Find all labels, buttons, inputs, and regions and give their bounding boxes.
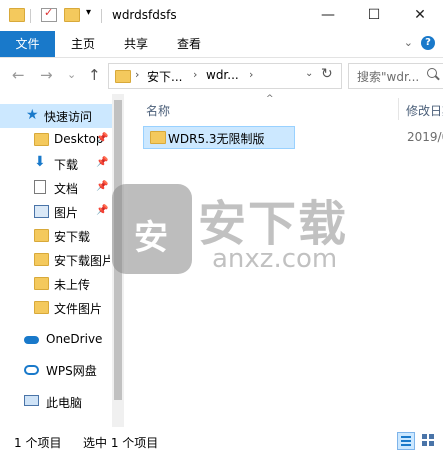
download-icon: ⬇ — [34, 154, 46, 170]
cloud-icon — [24, 336, 39, 344]
status-bar: 1 个项目 选中 1 个项目 — [0, 427, 443, 455]
nav-item-downloads[interactable]: ⬇ 下载 📌 — [0, 152, 110, 176]
nav-item-wps[interactable]: WPS网盘 — [0, 358, 110, 382]
nav-item-desktop[interactable]: Desktop 📌 — [0, 128, 110, 152]
file-name: WDR5.3无限制版 — [168, 132, 265, 146]
nav-item-label: 此电脑 — [46, 396, 83, 410]
nav-item-documents[interactable]: 文档 📌 — [0, 176, 110, 200]
nav-item-label: 快速访问 — [44, 110, 93, 124]
pin-icon[interactable]: 📌 — [96, 133, 108, 144]
folder-icon — [9, 8, 25, 22]
nav-item-folder[interactable]: 安下载图片 — [0, 248, 110, 272]
address-dropdown-icon[interactable]: ⌄ — [305, 68, 313, 79]
picture-icon — [34, 205, 49, 218]
folder-icon — [34, 277, 49, 290]
nav-item-onedrive[interactable]: OneDrive — [0, 328, 110, 352]
pin-icon[interactable]: 📌 — [96, 157, 108, 168]
pin-icon[interactable]: 📌 — [96, 181, 108, 192]
tab-view[interactable]: 查看 — [164, 31, 214, 57]
help-icon[interactable]: ? — [421, 36, 435, 50]
close-button[interactable]: ✕ — [397, 0, 443, 31]
folder-icon — [150, 131, 166, 144]
address-bar[interactable]: › 安下... › wdr... › ⌄ ↻ — [108, 63, 342, 89]
column-header-name[interactable]: 名称 — [146, 102, 170, 119]
folder-icon — [34, 253, 49, 266]
tab-home[interactable]: 主页 — [58, 31, 108, 57]
nav-item-label: 未上传 — [54, 278, 91, 292]
navigation-pane: ★ 快速访问 Desktop 📌 ⬇ 下载 📌 文档 📌 图片 📌 安下载 安下… — [0, 94, 124, 427]
up-button[interactable]: ↑ — [88, 66, 101, 84]
nav-item-label: 安下载图片 — [54, 254, 110, 268]
details-view-icon[interactable] — [397, 432, 415, 450]
tab-file[interactable]: 文件 — [0, 31, 55, 57]
column-divider[interactable] — [398, 98, 399, 120]
selected-count: 选中 1 个项目 — [83, 436, 159, 450]
breadcrumb-item[interactable]: 安下... — [147, 68, 182, 85]
watermark-logo: 安 — [112, 184, 192, 274]
breadcrumb-separator[interactable]: › — [249, 68, 253, 81]
folder-icon — [115, 70, 131, 83]
customize-toolbar-icon[interactable]: ▾ — [86, 7, 91, 18]
forward-button[interactable]: → — [40, 66, 53, 84]
computer-icon — [24, 395, 39, 406]
cloud-icon — [24, 365, 39, 375]
nav-item-label: 安下载 — [54, 230, 91, 244]
breadcrumb-item[interactable]: wdr... — [206, 68, 239, 82]
tab-share[interactable]: 共享 — [111, 31, 161, 57]
breadcrumb-separator[interactable]: › — [135, 68, 139, 81]
search-input[interactable]: 搜索"wdr... — [348, 63, 443, 89]
divider — [101, 9, 102, 23]
ribbon-tabs: 文件 主页 共享 查看 ⌄ ? — [0, 31, 443, 58]
recent-locations-button[interactable]: ⌄ — [67, 68, 76, 81]
nav-item-folder[interactable]: 文件图片 — [0, 296, 110, 320]
nav-item-this-pc[interactable]: 此电脑 — [0, 390, 110, 414]
maximize-button[interactable]: ☐ — [351, 0, 397, 31]
nav-item-folder[interactable]: 安下载 — [0, 224, 110, 248]
expand-ribbon-icon[interactable]: ⌄ — [404, 36, 413, 49]
refresh-button[interactable]: ↻ — [321, 66, 333, 82]
folder-icon — [34, 301, 49, 314]
properties-icon[interactable]: ✓ — [41, 6, 57, 22]
nav-item-pictures[interactable]: 图片 📌 — [0, 200, 110, 224]
search-icon[interactable] — [427, 68, 437, 78]
folder-icon — [34, 229, 49, 242]
nav-item-label: OneDrive — [46, 332, 103, 346]
watermark-subtitle: anxz.com — [212, 244, 338, 274]
title-bar: ✓ ▾ wdrdsfdsfs — ☐ ✕ — [0, 0, 443, 31]
watermark-badge-text: 安 — [134, 218, 168, 258]
nav-item-folder[interactable]: 未上传 — [0, 272, 110, 296]
minimize-button[interactable]: — — [305, 0, 351, 31]
back-button[interactable]: ← — [12, 66, 25, 84]
search-placeholder: 搜索"wdr... — [357, 70, 420, 84]
divider — [30, 9, 31, 23]
item-count: 1 个项目 — [14, 436, 62, 450]
list-item[interactable]: WDR5.3无限制版 — [143, 126, 295, 149]
window-title: wdrdsfdsfs — [112, 8, 177, 22]
navigation-bar: ← → ⌄ ↑ › 安下... › wdr... › ⌄ ↻ 搜索"wdr... — [0, 57, 443, 94]
column-header-date[interactable]: 修改日期 — [406, 102, 443, 119]
nav-quick-access[interactable]: ★ 快速访问 — [0, 104, 112, 128]
file-date: 2019/0 — [407, 130, 443, 144]
large-icons-view-icon[interactable] — [421, 433, 435, 447]
sort-ascending-icon: ^ — [266, 94, 274, 104]
pin-icon[interactable]: 📌 — [96, 205, 108, 216]
nav-item-label: WPS网盘 — [46, 364, 97, 378]
folder-icon — [34, 133, 49, 146]
star-icon: ★ — [26, 107, 39, 123]
document-icon — [34, 180, 46, 194]
new-folder-icon[interactable] — [64, 8, 80, 22]
nav-item-label: 文件图片 — [54, 302, 103, 316]
breadcrumb-separator[interactable]: › — [193, 68, 197, 81]
